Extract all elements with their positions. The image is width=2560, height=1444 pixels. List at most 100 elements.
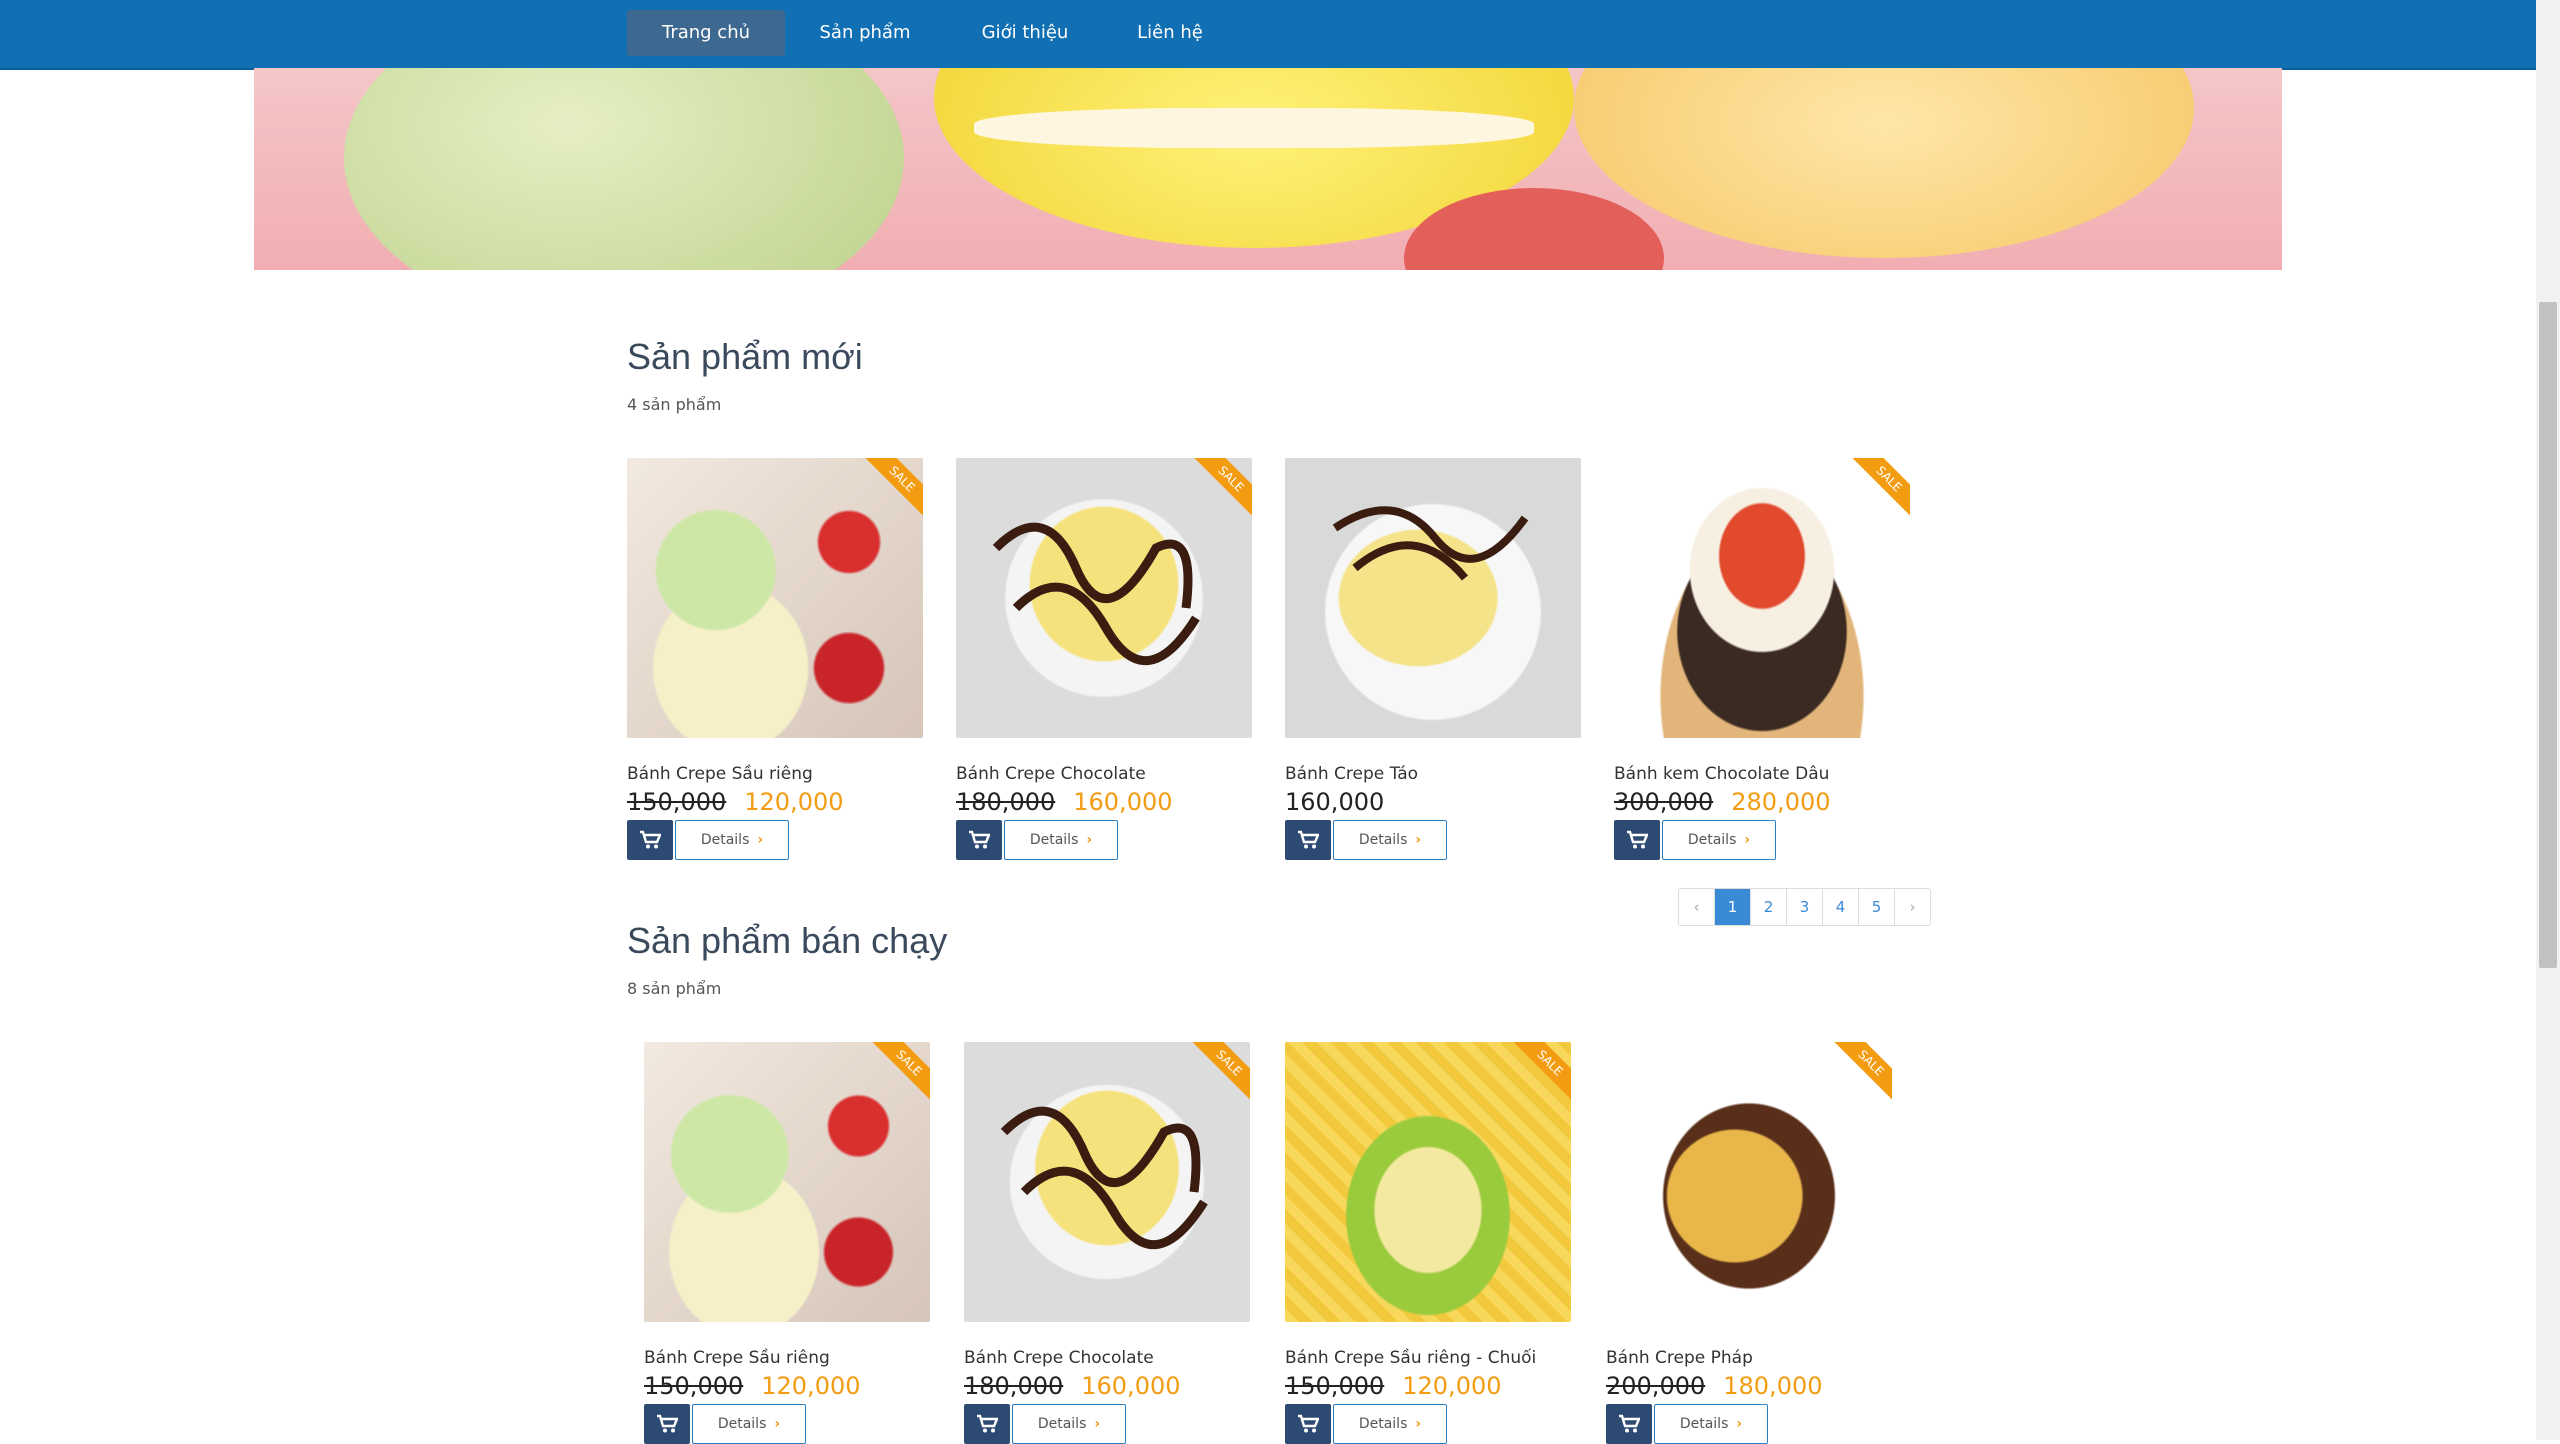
details-label: Details bbox=[1037, 1416, 1087, 1432]
old-price: 180,000 bbox=[964, 1372, 1064, 1400]
page-scrollbar[interactable] bbox=[2536, 0, 2560, 1440]
details-button[interactable]: Details › bbox=[1012, 1404, 1126, 1444]
product-name[interactable]: Bánh Crepe Chocolate bbox=[956, 764, 1256, 784]
sale-badge: SALE bbox=[1188, 1042, 1250, 1104]
add-to-cart-button[interactable] bbox=[1606, 1404, 1652, 1444]
old-price: 180,000 bbox=[956, 788, 1056, 816]
pagination-page-2[interactable]: 2 bbox=[1751, 889, 1787, 925]
details-label: Details bbox=[1679, 1416, 1729, 1432]
chocolate-drizzle bbox=[1000, 1106, 1208, 1250]
macaron-cream bbox=[974, 108, 1534, 148]
scrollbar-thumb[interactable] bbox=[2539, 302, 2557, 968]
product-name[interactable]: Bánh kem Chocolate Dâu bbox=[1614, 764, 1914, 784]
details-label: Details bbox=[1358, 1416, 1408, 1432]
product-name[interactable]: Bánh Crepe Sầu riêng - Chuối bbox=[1285, 1348, 1585, 1368]
sale-badge: SALE bbox=[868, 1042, 930, 1104]
cart-icon bbox=[977, 1414, 998, 1433]
pagination-next[interactable]: › bbox=[1895, 889, 1930, 925]
nav-item-gioi-thieu[interactable]: Giới thiệu bbox=[960, 10, 1090, 56]
details-button[interactable]: Details › bbox=[1004, 820, 1118, 860]
details-button[interactable]: Details › bbox=[1333, 820, 1447, 860]
section-count-new: 4 sản phẩm bbox=[627, 395, 722, 414]
product-card: SALE Bánh Crepe Sầu riêng 150,000 120,000… bbox=[644, 1042, 944, 1444]
chevron-right-icon: › bbox=[774, 1416, 781, 1432]
old-price: 150,000 bbox=[627, 788, 727, 816]
pagination-page-1[interactable]: 1 bbox=[1715, 889, 1751, 925]
section-title-best: Sản phẩm bán chạy bbox=[627, 920, 948, 961]
product-name[interactable]: Bánh Crepe Chocolate bbox=[964, 1348, 1264, 1368]
pagination-page-5[interactable]: 5 bbox=[1859, 889, 1895, 925]
sale-badge: SALE bbox=[1190, 458, 1252, 520]
product-prices: 180,000 160,000 bbox=[956, 788, 1256, 816]
product-image[interactable]: SALE bbox=[964, 1042, 1250, 1322]
chevron-right-icon: › bbox=[757, 832, 764, 848]
cart-icon bbox=[1619, 1414, 1640, 1433]
old-price: 150,000 bbox=[1285, 1372, 1385, 1400]
pagination-page-3[interactable]: 3 bbox=[1787, 889, 1823, 925]
add-to-cart-button[interactable] bbox=[627, 820, 673, 860]
product-card: SALE Bánh Crepe Pháp 200,000 180,000 Deta… bbox=[1606, 1042, 1906, 1444]
nav-item-trang-chu[interactable]: Trang chủ bbox=[627, 10, 785, 56]
macaron-orange bbox=[1574, 68, 2194, 258]
hero-banner bbox=[254, 68, 2282, 270]
nav-item-lien-he[interactable]: Liên hệ bbox=[1110, 10, 1230, 56]
sale-badge: SALE bbox=[1848, 458, 1910, 520]
details-label: Details bbox=[700, 832, 750, 848]
sale-badge: SALE bbox=[1509, 1042, 1571, 1104]
old-price: 300,000 bbox=[1614, 788, 1714, 816]
product-prices: 150,000 120,000 bbox=[1285, 1372, 1585, 1400]
details-label: Details bbox=[1029, 832, 1079, 848]
chevron-right-icon: › bbox=[1736, 1416, 1743, 1432]
old-price: 150,000 bbox=[644, 1372, 744, 1400]
chevron-right-icon: › bbox=[1086, 832, 1093, 848]
product-card: SALE Bánh kem Chocolate Dâu 300,000 280,0… bbox=[1614, 458, 1914, 860]
sale-price: 180,000 bbox=[1723, 1372, 1823, 1400]
product-image[interactable]: SALE bbox=[956, 458, 1252, 738]
product-card: SALE Bánh Crepe Chocolate 180,000 160,000… bbox=[964, 1042, 1264, 1444]
sale-price: 120,000 bbox=[1402, 1372, 1502, 1400]
nav-item-san-pham[interactable]: Sản phẩm bbox=[800, 10, 930, 56]
product-prices: 200,000 180,000 bbox=[1606, 1372, 1906, 1400]
add-to-cart-button[interactable] bbox=[964, 1404, 1010, 1444]
product-name[interactable]: Bánh Crepe Táo bbox=[1285, 764, 1585, 784]
chocolate-drizzle bbox=[1332, 506, 1529, 581]
add-to-cart-button[interactable] bbox=[1614, 820, 1660, 860]
pagination-prev[interactable]: ‹ bbox=[1679, 889, 1715, 925]
add-to-cart-button[interactable] bbox=[1285, 1404, 1331, 1444]
product-name[interactable]: Bánh Crepe Sầu riêng bbox=[627, 764, 927, 784]
details-button[interactable]: Details › bbox=[1333, 1404, 1447, 1444]
product-image[interactable]: SALE bbox=[644, 1042, 930, 1322]
sale-price: 160,000 bbox=[1073, 788, 1173, 816]
product-image[interactable]: SALE bbox=[1606, 1042, 1892, 1322]
product-image[interactable]: SALE bbox=[1285, 1042, 1571, 1322]
product-prices: 150,000 120,000 bbox=[644, 1372, 944, 1400]
product-prices: 160,000 bbox=[1285, 788, 1585, 816]
product-prices: 180,000 160,000 bbox=[964, 1372, 1264, 1400]
details-button[interactable]: Details › bbox=[1662, 820, 1776, 860]
product-image[interactable]: SALE bbox=[1614, 458, 1910, 738]
sale-badge: SALE bbox=[861, 458, 923, 520]
cart-icon bbox=[1298, 1414, 1319, 1433]
section-count-best: 8 sản phẩm bbox=[627, 979, 722, 998]
details-button[interactable]: Details › bbox=[692, 1404, 806, 1444]
chevron-right-icon: › bbox=[1744, 832, 1751, 848]
chevron-right-icon: › bbox=[1415, 1416, 1422, 1432]
add-to-cart-button[interactable] bbox=[644, 1404, 690, 1444]
sale-price: 160,000 bbox=[1081, 1372, 1181, 1400]
cart-icon bbox=[657, 1414, 678, 1433]
add-to-cart-button[interactable] bbox=[956, 820, 1002, 860]
product-name[interactable]: Bánh Crepe Pháp bbox=[1606, 1348, 1906, 1368]
details-button[interactable]: Details › bbox=[675, 820, 789, 860]
price: 160,000 bbox=[1285, 788, 1385, 816]
product-prices: 300,000 280,000 bbox=[1614, 788, 1914, 816]
details-button[interactable]: Details › bbox=[1654, 1404, 1768, 1444]
product-image[interactable]: SALE bbox=[627, 458, 923, 738]
product-card: SALE Bánh Crepe Sầu riêng - Chuối 150,00… bbox=[1285, 1042, 1585, 1444]
product-name[interactable]: Bánh Crepe Sầu riêng bbox=[644, 1348, 944, 1368]
add-to-cart-button[interactable] bbox=[1285, 820, 1331, 860]
old-price: 200,000 bbox=[1606, 1372, 1706, 1400]
product-card: SALE Bánh Crepe Chocolate 180,000 160,000… bbox=[956, 458, 1256, 860]
pagination-page-4[interactable]: 4 bbox=[1823, 889, 1859, 925]
product-image[interactable] bbox=[1285, 458, 1581, 738]
section-title-new: Sản phẩm mới bbox=[627, 336, 863, 377]
